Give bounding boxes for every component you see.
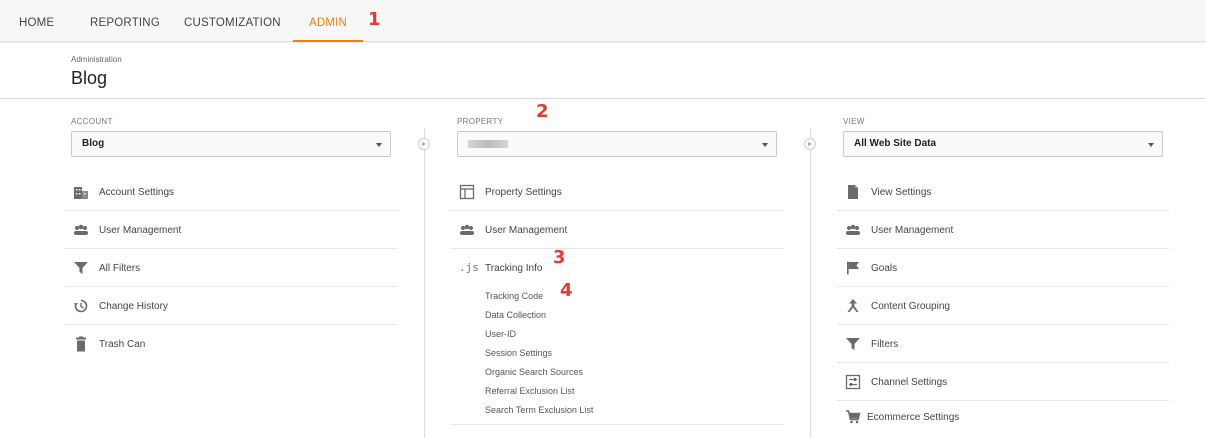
- tracking-sub-tracking-code[interactable]: Tracking Code: [485, 291, 543, 301]
- breadcrumb: Administration: [71, 55, 122, 64]
- view-item-channel-settings[interactable]: Channel Settings: [837, 363, 1169, 401]
- item-label: Content Grouping: [871, 301, 950, 312]
- item-label: User Management: [99, 225, 182, 236]
- item-label: Channel Settings: [871, 377, 948, 388]
- view-item-user-management[interactable]: User Management: [837, 211, 1169, 249]
- view-item-view-settings[interactable]: View Settings: [837, 173, 1169, 211]
- item-label: User Management: [485, 225, 568, 236]
- property-item-tracking-info[interactable]: .js Tracking Info: [451, 249, 783, 287]
- header-divider: [0, 98, 1206, 99]
- layout-icon: [459, 184, 475, 200]
- tab-reporting[interactable]: REPORTING: [90, 0, 160, 42]
- item-label: Ecommerce Settings: [867, 412, 960, 423]
- property-item-property-settings[interactable]: Property Settings: [451, 173, 783, 211]
- tracking-sub-data-collection[interactable]: Data Collection: [485, 310, 546, 320]
- item-label: Goals: [871, 263, 898, 274]
- top-nav: HOME REPORTING CUSTOMIZATION ADMIN: [0, 0, 1206, 42]
- annotation-marker-3: 3: [553, 247, 566, 268]
- channel-icon: [845, 374, 861, 390]
- account-column-label: ACCOUNT: [71, 117, 113, 126]
- item-label: Tracking Info: [485, 263, 543, 274]
- trash-icon: [73, 336, 89, 352]
- property-column-label: PROPERTY: [457, 117, 504, 126]
- account-selected-value: Blog: [82, 138, 105, 149]
- property-select[interactable]: [457, 131, 777, 157]
- filter-icon: [845, 336, 861, 352]
- tracking-sub-session-settings[interactable]: Session Settings: [485, 348, 552, 358]
- item-label: Account Settings: [99, 187, 175, 198]
- item-label: Filters: [871, 339, 899, 350]
- tracking-sub-user-id[interactable]: User-ID: [485, 329, 516, 339]
- tracking-sub-search-term-exclusion-list[interactable]: Search Term Exclusion List: [485, 405, 593, 415]
- view-select[interactable]: All Web Site Data: [843, 131, 1163, 157]
- view-item-filters[interactable]: Filters: [837, 325, 1169, 363]
- account-item-all-filters[interactable]: All Filters: [65, 249, 397, 287]
- users-icon: [845, 222, 861, 238]
- item-label: Property Settings: [485, 187, 562, 198]
- history-icon: [73, 298, 89, 314]
- filter-icon: [73, 260, 89, 276]
- item-label: Change History: [99, 301, 168, 312]
- users-icon: [459, 222, 475, 238]
- account-item-trash-can[interactable]: Trash Can: [65, 325, 397, 363]
- tracking-sub-referral-exclusion-list[interactable]: Referral Exclusion List: [485, 386, 575, 396]
- item-label: User Management: [871, 225, 954, 236]
- chevron-down-icon: [1148, 143, 1154, 147]
- annotation-marker-2: 2: [536, 101, 549, 122]
- property-list-divider: [451, 424, 783, 425]
- view-column-label: VIEW: [843, 117, 865, 126]
- merge-icon: [845, 298, 861, 314]
- flag-icon: [845, 260, 861, 276]
- account-item-account-settings[interactable]: Account Settings: [65, 173, 397, 211]
- tab-customization[interactable]: CUSTOMIZATION: [184, 0, 281, 42]
- users-icon: [73, 222, 89, 238]
- property-item-user-management[interactable]: User Management: [451, 211, 783, 249]
- cart-icon: [845, 409, 861, 425]
- chevron-down-icon: [762, 143, 768, 147]
- view-selected-value: All Web Site Data: [854, 138, 937, 149]
- annotation-marker-4: 4: [560, 280, 573, 301]
- view-item-content-grouping[interactable]: Content Grouping: [837, 287, 1169, 325]
- page-title: Blog: [71, 68, 108, 88]
- redacted-property-name: [468, 140, 508, 148]
- item-label: All Filters: [99, 263, 141, 274]
- account-item-user-management[interactable]: User Management: [65, 211, 397, 249]
- building-icon: [73, 184, 89, 200]
- account-item-change-history[interactable]: Change History: [65, 287, 397, 325]
- arrow-right-icon: [804, 138, 816, 150]
- tracking-sub-organic-search-sources[interactable]: Organic Search Sources: [485, 367, 583, 377]
- tab-admin[interactable]: ADMIN: [293, 0, 364, 42]
- document-icon: [845, 184, 861, 200]
- tab-home[interactable]: HOME: [19, 0, 54, 42]
- arrow-right-icon: [418, 138, 430, 150]
- column-divider: [810, 128, 811, 438]
- annotation-marker-1: 1: [368, 9, 381, 30]
- view-item-ecommerce-settings[interactable]: Ecommerce Settings: [837, 401, 1169, 435]
- view-item-goals[interactable]: Goals: [837, 249, 1169, 287]
- chevron-down-icon: [376, 143, 382, 147]
- column-divider: [424, 128, 425, 438]
- account-select[interactable]: Blog: [71, 131, 391, 157]
- item-label: Trash Can: [99, 339, 146, 350]
- item-label: View Settings: [871, 187, 932, 198]
- javascript-icon: .js: [459, 261, 479, 274]
